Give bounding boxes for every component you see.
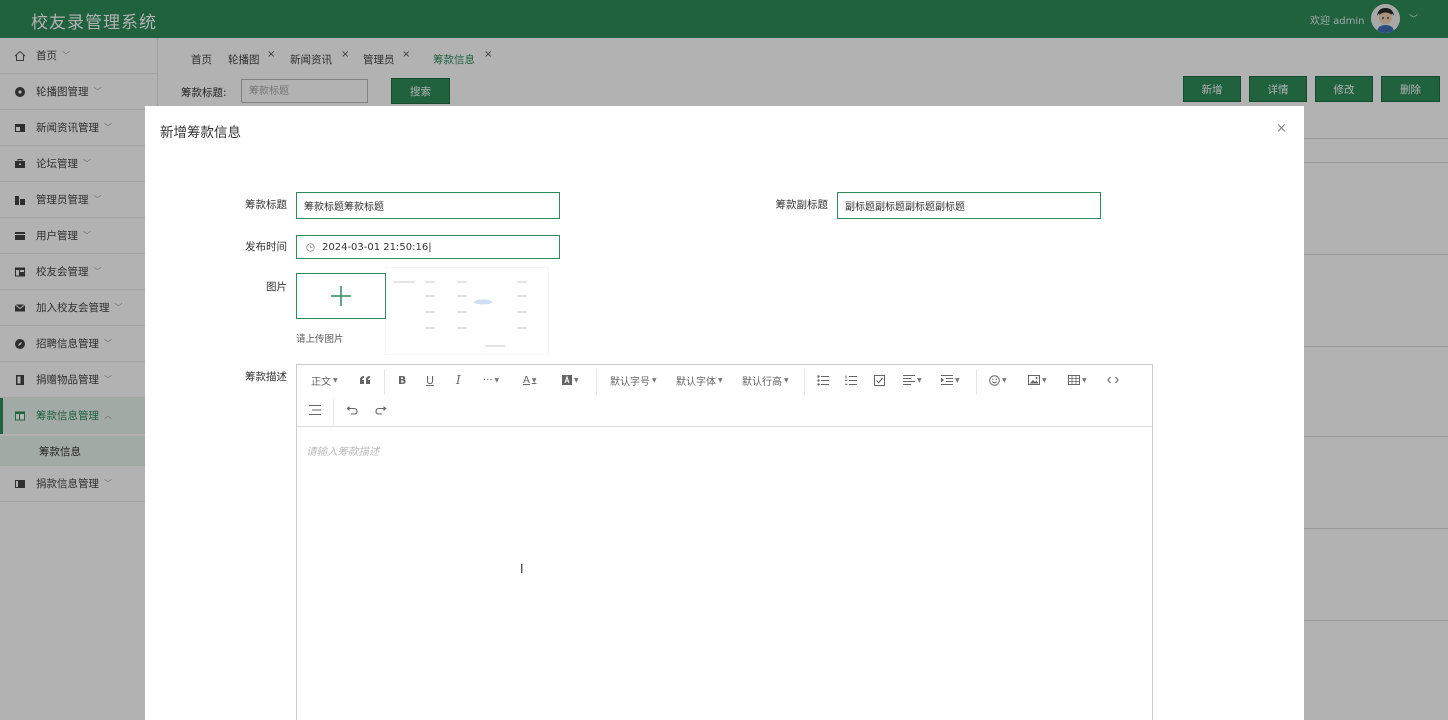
redo-button[interactable] (375, 395, 387, 425)
clock-icon (306, 242, 315, 252)
paragraph-dropdown[interactable]: 正文 ▼ (311, 365, 338, 395)
caret-down-icon: ▼ (333, 376, 338, 384)
caret-down-icon: ▼ (718, 376, 723, 384)
paragraph-label: 正文 (311, 376, 331, 388)
code-icon (1107, 376, 1119, 384)
table-grid-icon (1068, 375, 1080, 385)
font-size-dropdown[interactable]: 默认字号 ▼ (610, 365, 657, 395)
title-field-label: 筹款标题 (245, 199, 287, 211)
image-upload-box[interactable] (296, 273, 386, 319)
more-styles-dropdown[interactable]: ··· ▼ (483, 365, 499, 395)
more-icon: ··· (483, 374, 493, 386)
code-view-button[interactable] (1107, 365, 1119, 395)
description-field-label: 筹款描述 (245, 371, 287, 383)
numbered-list-icon (845, 375, 857, 385)
font-color-dropdown[interactable]: A ▼ (523, 365, 536, 395)
modal-title: 新增筹款信息 (160, 125, 241, 141)
font-family-dropdown[interactable]: 默认字体 ▼ (676, 365, 723, 395)
align-dropdown[interactable]: ▼ (903, 365, 922, 395)
caret-down-icon: ▼ (784, 376, 789, 384)
caret-down-icon: ▼ (574, 376, 579, 384)
todo-list-button[interactable] (874, 365, 885, 395)
quote-icon (360, 376, 370, 384)
indent-icon (941, 375, 953, 385)
toolbar-divider (333, 399, 334, 425)
indent-dropdown[interactable]: ▼ (941, 365, 960, 395)
insert-table-dropdown[interactable]: ▼ (1068, 365, 1087, 395)
caret-down-icon: ▼ (1042, 376, 1047, 384)
font-color-icon: A (523, 374, 530, 386)
caret-down-icon: ▼ (1002, 376, 1007, 384)
font-size-label: 默认字号 (610, 376, 650, 388)
time-field-label: 发布时间 (245, 241, 287, 253)
toolbar-divider (596, 369, 597, 395)
blockquote-button[interactable] (359, 365, 371, 395)
undo-button[interactable] (346, 395, 358, 425)
publish-time-field[interactable]: 2024-03-01 21:50:16 | (296, 235, 560, 259)
emoji-icon (989, 374, 1000, 386)
numbered-list-button[interactable] (845, 365, 857, 395)
line-height-label: 默认行高 (742, 376, 782, 388)
align-left-icon (903, 375, 915, 385)
add-fundraising-modal: 新增筹款信息 × 筹款标题 筹款标题筹款标题 筹款副标题 副标题副标题副标题副标… (145, 106, 1304, 720)
underline-icon: U (426, 373, 435, 387)
caret-down-icon: ▼ (652, 376, 657, 384)
close-icon[interactable]: × (1276, 121, 1287, 136)
background-color-dropdown[interactable]: ▼ (562, 365, 579, 395)
rich-text-editor: 正文 ▼ B U I ··· ▼ A ▼ ▼ 默认字号 ▼ 默认字体 ▼ 默认行高 ▼ ▼ … (296, 364, 1153, 720)
caret-down-icon: ▼ (955, 376, 960, 384)
checkbox-icon (874, 374, 885, 386)
horizontal-rule-icon (309, 405, 321, 415)
caret-down-icon: ▼ (494, 376, 500, 384)
toolbar-divider (384, 369, 385, 395)
undo-icon (346, 406, 358, 415)
subtitle-field-label: 筹款副标题 (775, 199, 829, 211)
bold-icon: B (398, 373, 407, 387)
image-icon (1028, 375, 1040, 385)
drag-preview-image (385, 267, 549, 355)
publish-time-value: 2024-03-01 21:50:16 (322, 241, 429, 253)
bullet-list-icon (817, 374, 829, 386)
italic-button[interactable]: I (456, 365, 461, 395)
plus-icon (331, 286, 351, 306)
toolbar-divider (976, 369, 977, 395)
subtitle-field[interactable]: 副标题副标题副标题副标题 (837, 192, 1101, 219)
caret-down-icon: ▼ (1082, 376, 1087, 384)
editor-toolbar-row-2 (297, 395, 1152, 425)
upload-hint: 请上传图片 (296, 334, 344, 345)
title-field[interactable]: 筹款标题筹款标题 (296, 192, 560, 219)
font-family-label: 默认字体 (676, 376, 716, 388)
line-height-dropdown[interactable]: 默认行高 ▼ (742, 365, 789, 395)
highlight-icon (562, 375, 572, 385)
emoji-dropdown[interactable]: ▼ (989, 365, 1007, 395)
bold-button[interactable]: B (398, 365, 406, 395)
insert-image-dropdown[interactable]: ▼ (1028, 365, 1047, 395)
underline-button[interactable]: U (426, 365, 434, 395)
bulleted-list-button[interactable] (817, 365, 829, 395)
toolbar-divider (804, 369, 805, 395)
image-field-label: 图片 (266, 281, 287, 293)
text-cursor-icon: I (520, 562, 524, 576)
caret-down-icon: ▼ (917, 376, 922, 384)
caret-down-icon: ▼ (531, 376, 537, 384)
divider-insert-button[interactable] (309, 395, 321, 425)
italic-icon: I (456, 373, 461, 387)
editor-toolbar: 正文 ▼ B U I ··· ▼ A ▼ ▼ 默认字号 ▼ 默认字体 ▼ 默认行高 ▼ ▼ … (297, 365, 1152, 395)
text-caret: | (428, 241, 432, 253)
redo-icon (375, 406, 387, 415)
editor-placeholder: 请输入筹款描述 (306, 446, 380, 458)
editor-divider (297, 426, 1152, 427)
